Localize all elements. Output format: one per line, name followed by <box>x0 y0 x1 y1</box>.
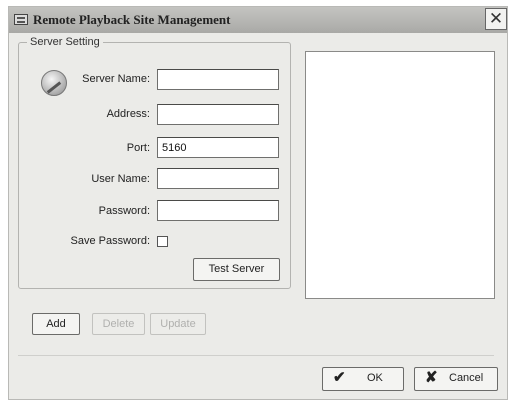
user-name-input[interactable] <box>157 168 279 189</box>
port-input[interactable] <box>157 137 279 158</box>
test-server-button[interactable]: Test Server <box>193 258 280 281</box>
address-label: Address: <box>106 108 150 120</box>
checkmark-icon: ✔ <box>333 369 346 386</box>
app-icon <box>14 14 28 25</box>
update-button: Update <box>150 313 206 335</box>
server-setting-legend: Server Setting <box>27 36 103 48</box>
save-password-label: Save Password: <box>70 235 150 247</box>
footer-divider <box>18 355 494 356</box>
cross-icon: ✘ <box>425 369 438 386</box>
password-input[interactable] <box>157 200 279 221</box>
cancel-button[interactable]: ✘ Cancel <box>414 367 498 391</box>
password-label: Password: <box>98 205 150 217</box>
port-label: Port: <box>126 142 150 154</box>
cancel-button-label: Cancel <box>449 372 484 384</box>
delete-button: Delete <box>92 313 145 335</box>
ok-button[interactable]: ✔ OK <box>322 367 404 391</box>
server-name-input[interactable] <box>157 69 279 90</box>
server-globe-icon <box>41 70 67 96</box>
address-input[interactable] <box>157 104 279 125</box>
add-button[interactable]: Add <box>32 313 80 335</box>
window-title: Remote Playback Site Management <box>33 12 231 27</box>
close-button[interactable]: ✕ <box>485 8 507 30</box>
ok-button-label: OK <box>367 372 383 384</box>
user-name-label: User Name: <box>91 173 150 185</box>
server-name-label: Server Name: <box>82 73 150 85</box>
title-bar: Remote Playback Site Management ✕ <box>9 7 507 33</box>
save-password-checkbox[interactable] <box>157 236 168 247</box>
site-list-panel[interactable] <box>305 51 495 299</box>
